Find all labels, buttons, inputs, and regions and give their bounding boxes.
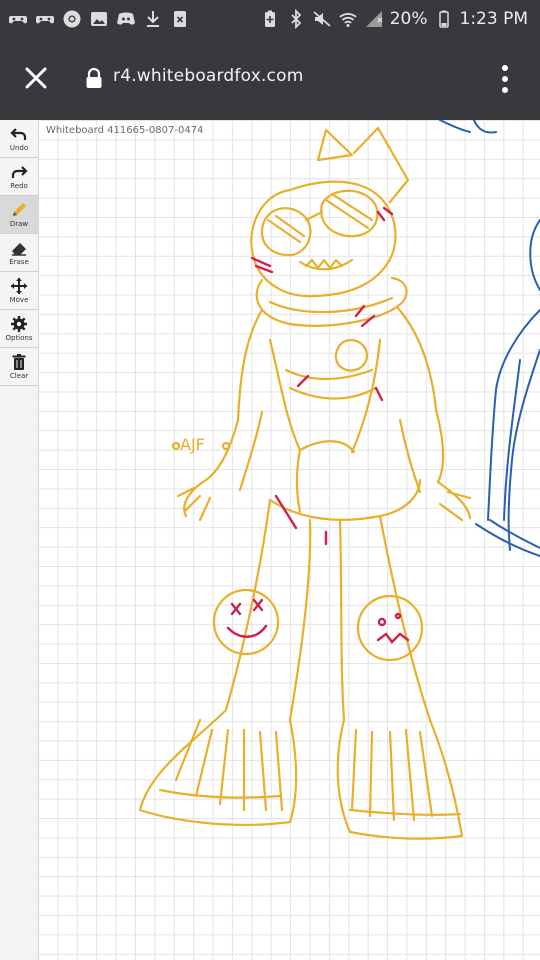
more-vert-icon xyxy=(502,65,508,93)
gear-icon xyxy=(10,315,28,333)
yellow-character-sketch: AJF xyxy=(138,126,472,840)
system-indicators: 20% 1:23 PM xyxy=(260,9,540,29)
url-field[interactable]: r4.whiteboardfox.com xyxy=(113,66,303,86)
notification-icons xyxy=(0,9,190,29)
undo-icon xyxy=(10,125,28,143)
battery-saver-icon xyxy=(260,9,280,29)
mute-icon xyxy=(312,9,332,29)
erase-label: Erase xyxy=(9,258,29,266)
game-controller-icon xyxy=(35,9,55,29)
battery-percent: 20% xyxy=(389,9,428,29)
trash-icon xyxy=(10,353,28,371)
sketch-drawing: AJF xyxy=(138,120,540,840)
move-label: Move xyxy=(9,296,29,304)
browser-toolbar: r4.whiteboardfox.com xyxy=(0,38,540,120)
signal-icon xyxy=(364,9,384,29)
chrome-icon xyxy=(62,9,82,29)
overflow-menu-button[interactable] xyxy=(494,62,516,96)
erase-button[interactable]: Erase xyxy=(0,234,38,272)
pencil-icon xyxy=(10,201,28,219)
redo-button[interactable]: Redo xyxy=(0,158,38,196)
status-bar: 20% 1:23 PM xyxy=(0,0,540,38)
clear-label: Clear xyxy=(9,372,29,380)
redo-label: Redo xyxy=(10,182,28,190)
gallery-icon xyxy=(89,9,109,29)
move-icon xyxy=(10,277,28,295)
options-button[interactable]: Options xyxy=(0,310,38,348)
battery-icon xyxy=(434,9,454,29)
clear-button[interactable]: Clear xyxy=(0,348,38,386)
options-label: Options xyxy=(5,334,33,342)
undo-label: Undo xyxy=(9,144,29,152)
game-controller-icon xyxy=(8,9,28,29)
discord-icon xyxy=(116,9,136,29)
undo-button[interactable]: Undo xyxy=(0,120,38,158)
file-x-icon xyxy=(170,9,190,29)
wifi-icon xyxy=(338,9,358,29)
whiteboard-canvas[interactable]: Whiteboard 411665-0807-0474 AJF xyxy=(0,120,540,960)
draw-button[interactable]: Draw xyxy=(0,196,38,234)
download-icon xyxy=(143,9,163,29)
draw-label: Draw xyxy=(9,220,29,228)
close-icon xyxy=(25,67,47,89)
tool-sidebar: Undo Redo Draw Erase Move Options Clear xyxy=(0,120,39,960)
clock: 1:23 PM xyxy=(459,9,529,29)
close-tab-button[interactable] xyxy=(20,62,52,94)
lock-icon[interactable] xyxy=(84,67,104,89)
bluetooth-icon xyxy=(286,9,306,29)
sketch-signature: AJF xyxy=(180,435,205,454)
blue-sketch-fragment xyxy=(439,120,540,557)
redo-icon xyxy=(10,163,28,181)
move-button[interactable]: Move xyxy=(0,272,38,310)
eraser-icon xyxy=(10,239,28,257)
